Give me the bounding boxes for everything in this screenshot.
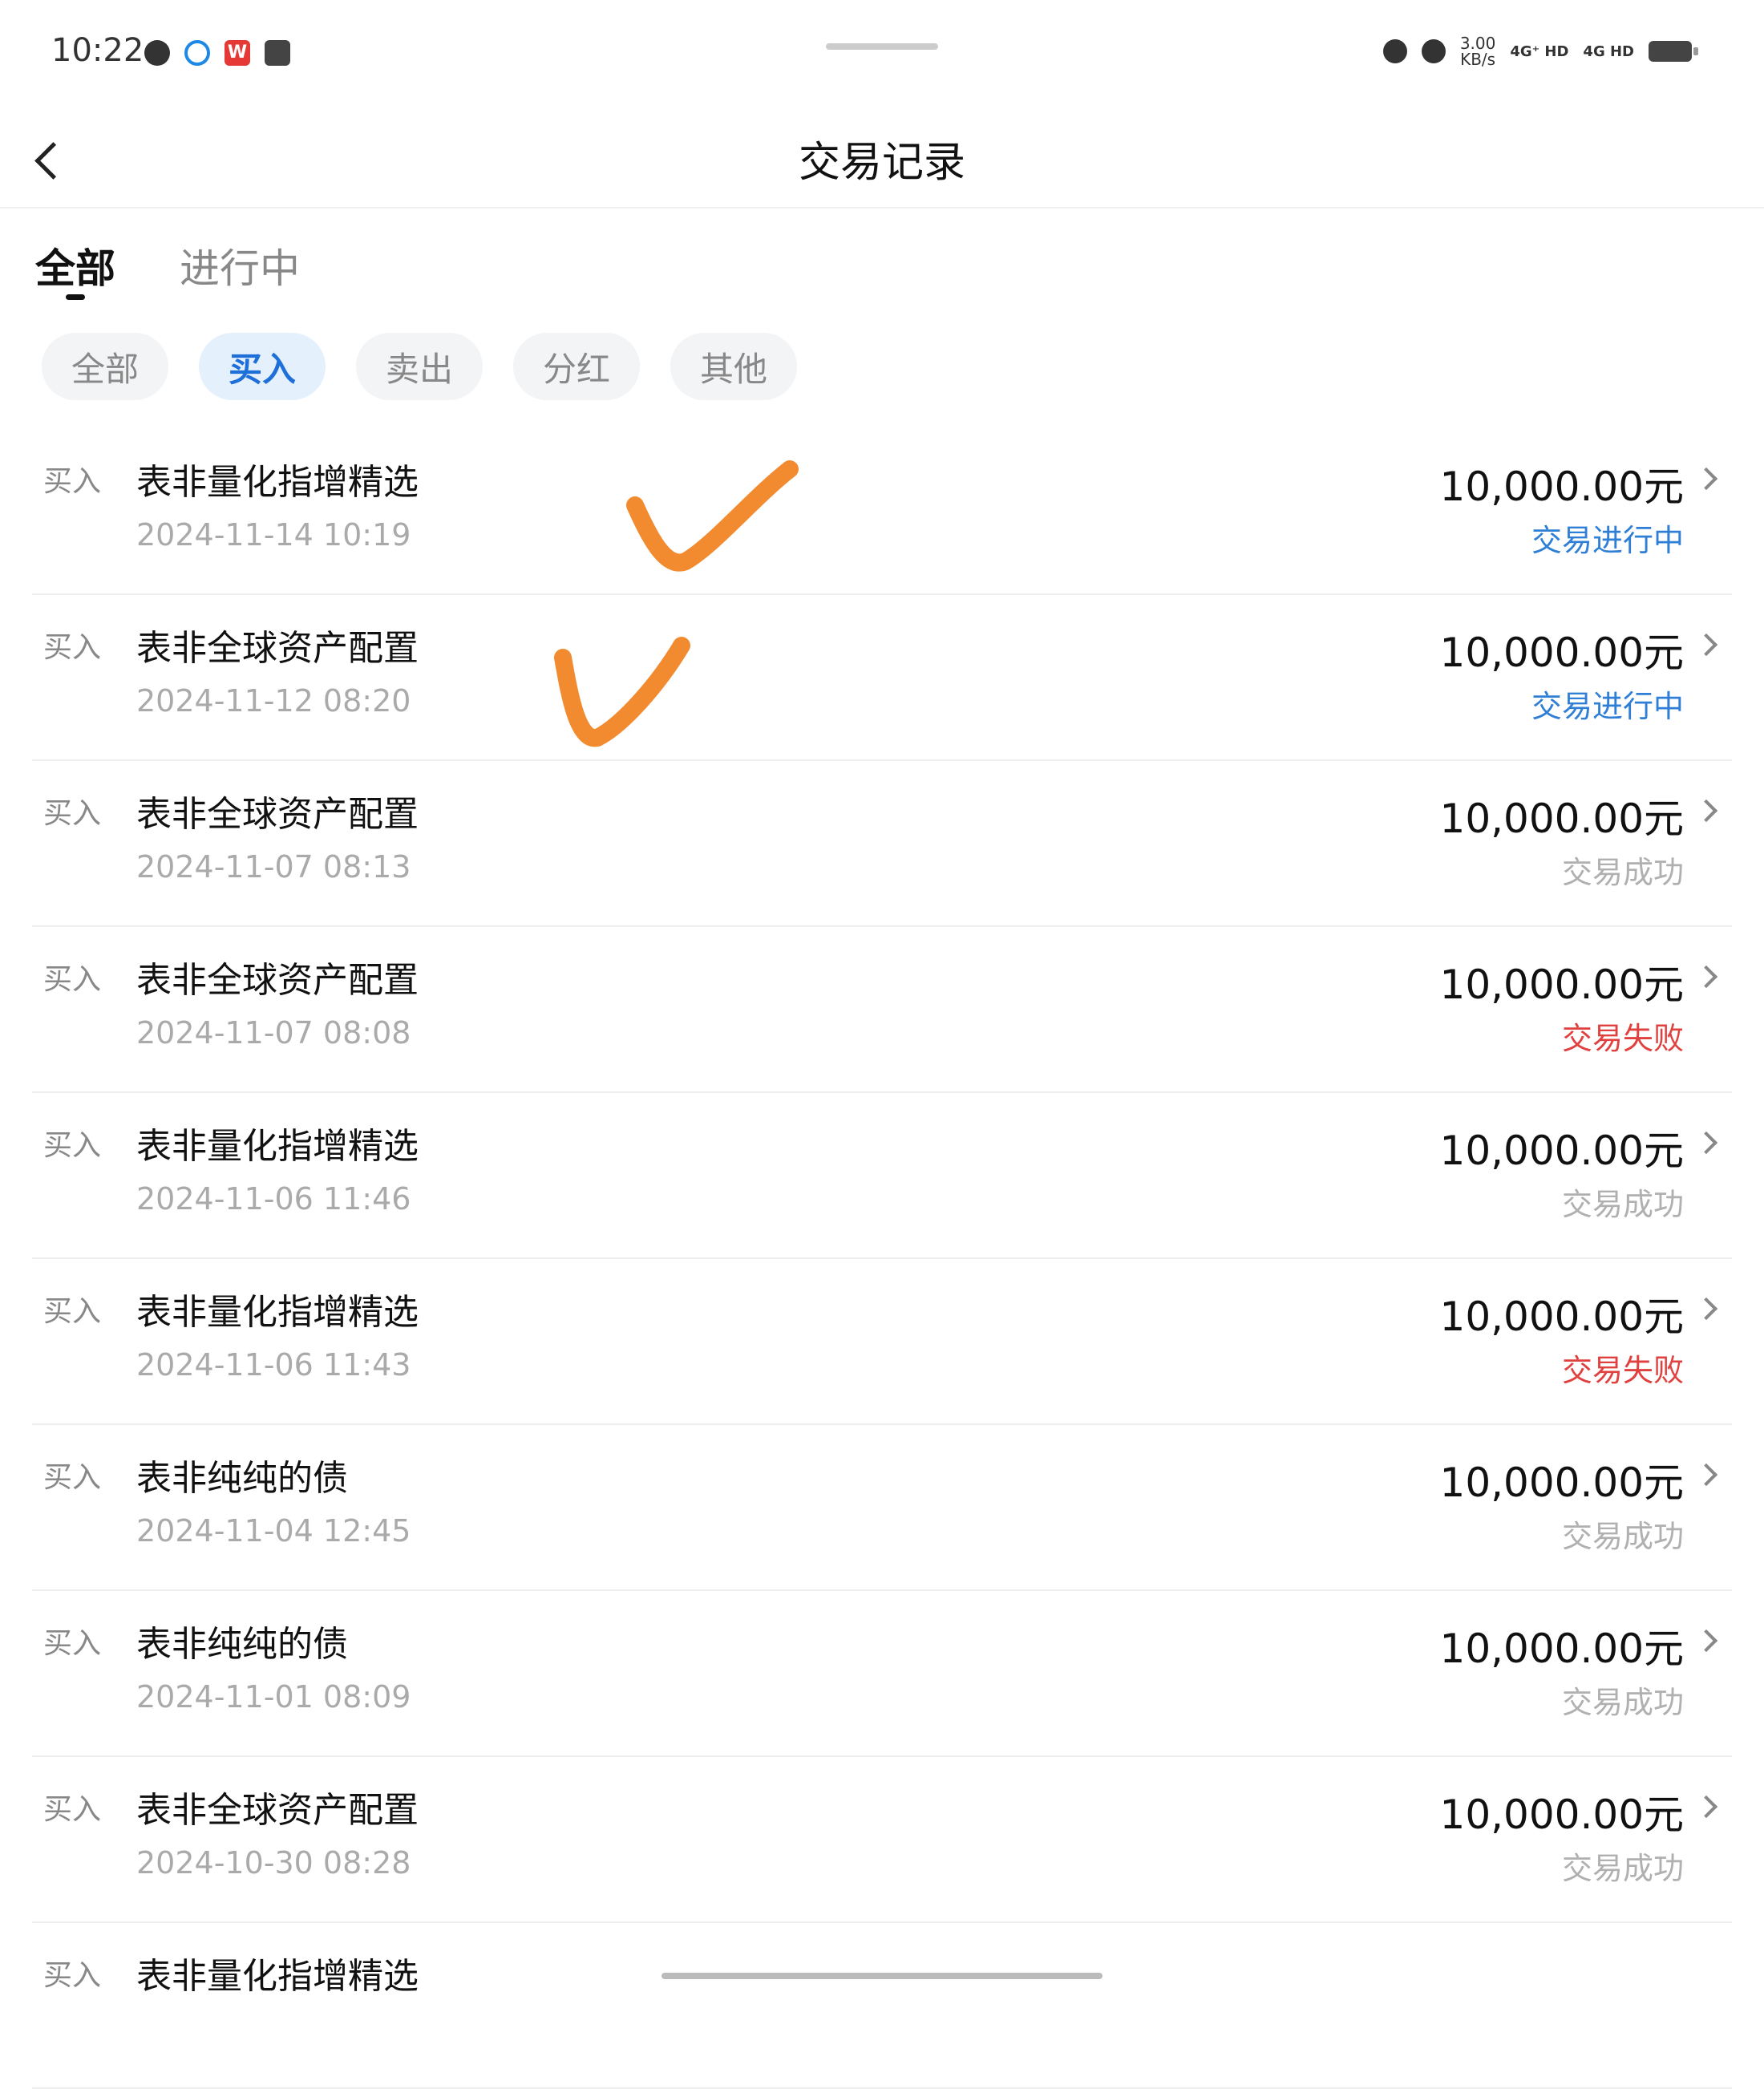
- transaction-status: 交易成功: [1561, 1187, 1684, 1222]
- nav-bar: 交易记录: [0, 112, 1764, 208]
- chevron-right-icon: [1698, 1462, 1722, 1486]
- transaction-row[interactable]: 买入 表非全球资产配置 2024-11-07 08:08 10,000.00元交易失败: [32, 927, 1732, 1093]
- transaction-status: 交易成功: [1561, 1519, 1684, 1554]
- fund-name: 表非量化指增精选: [136, 1292, 419, 1333]
- transaction-status: 交易进行中: [1531, 689, 1684, 724]
- fund-name: 表非全球资产配置: [136, 794, 419, 835]
- tab-in-progress[interactable]: 进行中: [180, 237, 300, 294]
- fund-name: 表非全球资产配置: [136, 1790, 419, 1831]
- fund-name: 表非量化指增精选: [136, 1956, 419, 1997]
- status-time: 10:22: [51, 32, 144, 69]
- fund-name: 表非全球资产配置: [136, 960, 419, 1001]
- filter-sell[interactable]: 卖出: [356, 333, 483, 400]
- transaction-status: 交易成功: [1561, 1851, 1684, 1886]
- fund-name: 表非量化指增精选: [136, 462, 419, 503]
- transaction-row[interactable]: 买入 表非量化指增精选 2024-11-14 10:19 10,000.00元交易进行…: [32, 429, 1732, 595]
- filter-all[interactable]: 全部: [42, 333, 168, 400]
- transaction-type: 买入: [43, 1461, 102, 1494]
- filter-buy[interactable]: 买入: [199, 333, 326, 400]
- filter-dividend[interactable]: 分红: [513, 333, 640, 400]
- transaction-row[interactable]: 买入 表非纯纯的债 2024-11-01 08:09 10,000.00元交易成功: [32, 1591, 1732, 1757]
- check-mark-annotation: [554, 637, 690, 747]
- fund-name: 表非纯纯的债: [136, 1458, 348, 1499]
- signal-4g: 4G HD: [1583, 43, 1634, 60]
- chevron-right-icon: [1698, 798, 1722, 822]
- transaction-row[interactable]: 买入 表非量化指增精选 2024-11-06 11:43 10,000.00元交易失败: [32, 1259, 1732, 1425]
- transaction-type: 买入: [43, 465, 102, 498]
- transaction-date: 2024-11-06 11:43: [136, 1347, 411, 1383]
- chevron-right-icon: [1698, 1628, 1722, 1652]
- alarm-icon: [1382, 39, 1407, 63]
- chat-bubble-icon: [144, 40, 170, 66]
- status-bar: 10:22 W 3.00 KB/s 4G⁺ HD 4G HD: [0, 0, 1764, 112]
- transaction-date: 2024-11-14 10:19: [136, 517, 411, 553]
- transaction-status: 交易失败: [1561, 1021, 1684, 1056]
- filter-other[interactable]: 其他: [670, 333, 797, 400]
- transaction-amount: 10,000.00元: [1439, 464, 1684, 510]
- transaction-type: 买入: [43, 797, 102, 830]
- transaction-status: 交易进行中: [1531, 523, 1684, 558]
- transaction-status: 交易成功: [1561, 855, 1684, 890]
- tab-bar: 全部 进行中: [35, 237, 300, 300]
- transaction-type: 买入: [43, 1627, 102, 1660]
- transaction-amount: 10,000.00元: [1439, 1625, 1684, 1672]
- active-tab-indicator: [66, 294, 85, 300]
- transaction-status: 交易失败: [1561, 1353, 1684, 1388]
- transaction-type: 买入: [43, 631, 102, 664]
- transaction-date: 2024-11-12 08:20: [136, 683, 411, 719]
- transaction-type: 买入: [43, 1295, 102, 1328]
- chevron-right-icon: [1698, 1130, 1722, 1154]
- fund-name: 表非全球资产配置: [136, 628, 419, 669]
- fund-name: 表非纯纯的债: [136, 1624, 348, 1665]
- transaction-amount: 10,000.00元: [1439, 1791, 1684, 1838]
- transaction-type: 买入: [43, 1129, 102, 1162]
- transaction-amount: 10,000.00元: [1439, 796, 1684, 842]
- transaction-row[interactable]: 买入 表非全球资产配置 2024-11-12 08:20 10,000.00元交易进行…: [32, 595, 1732, 761]
- chevron-right-icon: [1698, 1794, 1722, 1818]
- transaction-date: 2024-11-07 08:13: [136, 849, 411, 885]
- transaction-status: 交易成功: [1561, 1685, 1684, 1720]
- app-circle-icon: [184, 40, 210, 66]
- chevron-right-icon: [1698, 1296, 1722, 1320]
- tab-all[interactable]: 全部: [35, 237, 115, 300]
- transaction-row[interactable]: 买入 表非量化指增精选: [32, 1923, 1732, 2089]
- mail-icon: [265, 40, 290, 66]
- transaction-type: 买入: [43, 1793, 102, 1826]
- drag-handle[interactable]: [826, 43, 938, 50]
- home-indicator[interactable]: [662, 1973, 1102, 1979]
- transaction-date: 2024-11-04 12:45: [136, 1513, 411, 1549]
- notification-icons: W: [144, 40, 290, 66]
- check-mark-annotation: [626, 460, 799, 572]
- chevron-right-icon: [1698, 632, 1722, 656]
- transaction-amount: 10,000.00元: [1439, 1293, 1684, 1340]
- transaction-amount: 10,000.00元: [1439, 630, 1684, 676]
- transaction-list: 买入 表非量化指增精选 2024-11-14 10:19 10,000.00元 交易进行…: [32, 429, 1732, 2089]
- transaction-date: 2024-11-07 08:08: [136, 1015, 411, 1051]
- filter-chips: 全部 买入 卖出 分红 其他: [42, 333, 797, 400]
- transaction-date: 2024-11-01 08:09: [136, 1679, 411, 1715]
- chevron-right-icon: [1698, 964, 1722, 988]
- transaction-row[interactable]: 买入 表非全球资产配置 2024-11-07 08:13 10,000.00元交易成功: [32, 761, 1732, 927]
- wps-app-icon: W: [225, 40, 250, 66]
- transaction-type: 买入: [43, 963, 102, 996]
- network-speed: 3.00 KB/s: [1459, 34, 1496, 69]
- transaction-type: 买入: [43, 1959, 102, 1992]
- transaction-amount: 10,000.00元: [1439, 1127, 1684, 1174]
- transaction-date: 2024-11-06 11:46: [136, 1181, 411, 1217]
- page-title: 交易记录: [798, 139, 965, 187]
- transaction-amount: 10,000.00元: [1439, 962, 1684, 1008]
- transaction-row[interactable]: 买入 表非量化指增精选 2024-11-06 11:46 10,000.00元交易成功: [32, 1093, 1732, 1259]
- transaction-row[interactable]: 买入 表非纯纯的债 2024-11-04 12:45 10,000.00元交易成功: [32, 1425, 1732, 1591]
- fund-name: 表非量化指增精选: [136, 1126, 419, 1167]
- transaction-row[interactable]: 买入 表非全球资产配置 2024-10-30 08:28 10,000.00元交易成功: [32, 1757, 1732, 1923]
- chevron-right-icon: [1698, 466, 1722, 490]
- divider: [0, 207, 1764, 208]
- transaction-amount: 10,000.00元: [1439, 1459, 1684, 1506]
- system-status: 3.00 KB/s 4G⁺ HD 4G HD: [1382, 34, 1698, 69]
- transaction-date: 2024-10-30 08:28: [136, 1845, 411, 1881]
- mute-bell-icon: [1421, 39, 1446, 63]
- battery-icon: [1649, 41, 1698, 62]
- signal-4g-plus: 4G⁺ HD: [1510, 43, 1569, 60]
